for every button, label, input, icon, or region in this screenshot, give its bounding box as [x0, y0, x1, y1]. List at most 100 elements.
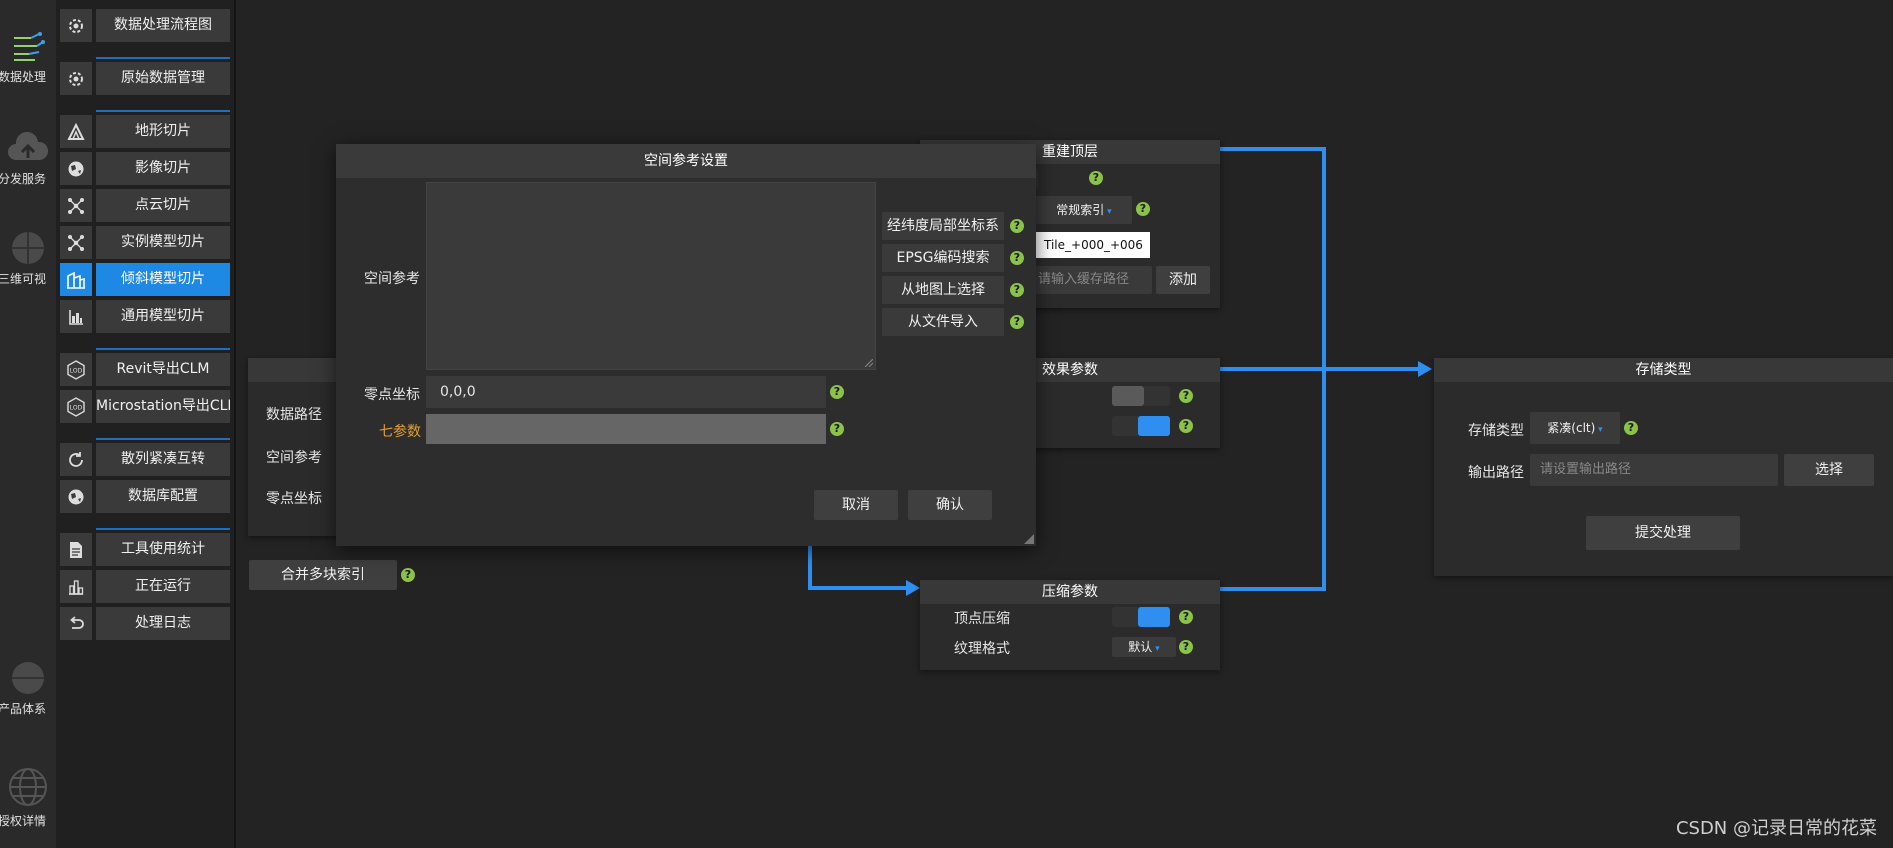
cache-path-input[interactable]: 请输入缓存路径: [1028, 266, 1152, 294]
effect-toggle-2[interactable]: [1112, 416, 1170, 436]
menu-divider: [96, 528, 230, 530]
tile-name-field[interactable]: Tile_+000_+006: [1034, 232, 1150, 258]
rail-item-products[interactable]: 产品体系: [0, 660, 56, 717]
menu-item-label: 散列紧凑互转: [96, 443, 230, 476]
rail-item-license[interactable]: 授权详情: [0, 766, 56, 829]
cancel-button[interactable]: 取消: [814, 490, 898, 520]
menu-item-generic-model[interactable]: 通用模型切片: [58, 300, 230, 333]
menu-item-revit-clm[interactable]: LOD Revit导出CLM: [58, 353, 230, 386]
output-path-input[interactable]: 请设置输出路径: [1530, 454, 1778, 486]
help-icon[interactable]: ?: [1624, 421, 1638, 435]
help-icon[interactable]: ?: [1010, 251, 1024, 265]
seven-params-input[interactable]: [426, 414, 826, 444]
menu-item-label: 工具使用统计: [96, 533, 230, 566]
menu-item-usage-stats[interactable]: 工具使用统计: [58, 533, 230, 566]
nodes-icon: [60, 189, 92, 222]
menu-item-terrain[interactable]: 地形切片: [58, 115, 230, 148]
rail-item-distribution[interactable]: 分发服务: [0, 132, 56, 187]
rail-label: 数据处理: [0, 70, 46, 84]
panel-header: [248, 358, 348, 382]
local-coord-button[interactable]: 经纬度局部坐标系: [882, 212, 1004, 240]
menu-item-database[interactable]: 数据库配置: [58, 480, 230, 513]
confirm-button[interactable]: 确认: [908, 490, 992, 520]
panel-header: 存储类型: [1434, 358, 1893, 382]
earth-icon: [60, 480, 92, 513]
help-icon[interactable]: ?: [1179, 419, 1193, 433]
dialog-resize-icon[interactable]: [1024, 534, 1034, 544]
data-path-label: 数据路径: [266, 407, 322, 423]
spatial-ref-label: 空间参考: [364, 271, 420, 287]
menu-item-label: 处理日志: [96, 607, 230, 640]
globe-grid-icon: [9, 768, 47, 806]
gear-icon: [60, 9, 92, 42]
vertex-compress-label: 顶点压缩: [954, 611, 1010, 627]
effect-toggle-1[interactable]: [1112, 386, 1170, 406]
spatial-reference-dialog: 空间参考设置 空间参考 经纬度局部坐标系 ? EPSG编码搜索 ? 从地图上选择…: [336, 144, 1036, 546]
spatial-ref-textarea[interactable]: [426, 182, 876, 370]
texture-format-select[interactable]: 默认 ▾: [1112, 637, 1176, 657]
tool-menu: 数据处理流程图 原始数据管理 地形切片 影像切片 点云切片 实例模型切片 倾斜模…: [56, 0, 236, 848]
menu-item-label: 正在运行: [96, 570, 230, 603]
rail-item-data-process[interactable]: 数据处理: [0, 30, 56, 85]
file-import-button[interactable]: 从文件导入: [882, 308, 1004, 336]
help-icon[interactable]: ?: [830, 385, 844, 399]
menu-item-label: 通用模型切片: [96, 300, 230, 333]
cloud-icon: [8, 132, 48, 160]
connector-wire: [808, 540, 812, 590]
help-icon[interactable]: ?: [1010, 219, 1024, 233]
menu-divider: [96, 438, 230, 440]
menu-item-label: 地形切片: [96, 115, 230, 148]
resize-grip-icon: [865, 359, 873, 367]
menu-item-label: 点云切片: [96, 189, 230, 222]
undo-icon: [60, 607, 92, 640]
building-icon: [60, 263, 92, 296]
watermark: CSDN @记录日常的花菜: [1675, 818, 1877, 839]
menu-item-oblique-model[interactable]: 倾斜模型切片: [58, 263, 230, 296]
menu-item-instance-model[interactable]: 实例模型切片: [58, 226, 230, 259]
menu-item-flowchart[interactable]: 数据处理流程图: [58, 9, 230, 42]
menu-item-imagery[interactable]: 影像切片: [58, 152, 230, 185]
help-icon[interactable]: ?: [1179, 640, 1193, 654]
help-icon[interactable]: ?: [1179, 610, 1193, 624]
menu-divider: [96, 57, 230, 59]
seven-params-label: 七参数: [379, 424, 421, 440]
choose-button[interactable]: 选择: [1784, 454, 1874, 486]
vertex-compress-toggle[interactable]: [1112, 607, 1170, 627]
help-icon[interactable]: ?: [1010, 283, 1024, 297]
menu-item-microstation-clm[interactable]: LOD Microstation导出CLM: [58, 390, 230, 423]
help-icon[interactable]: ?: [1136, 202, 1150, 216]
panel-header: 压缩参数: [920, 580, 1220, 604]
help-icon[interactable]: ?: [1179, 389, 1193, 403]
add-button[interactable]: 添加: [1156, 266, 1210, 294]
submit-button[interactable]: 提交处理: [1586, 516, 1740, 550]
menu-item-label: 影像切片: [96, 152, 230, 185]
texture-format-label: 纹理格式: [954, 641, 1010, 657]
help-icon[interactable]: ?: [401, 568, 415, 582]
help-icon[interactable]: ?: [830, 422, 844, 436]
help-icon[interactable]: ?: [1010, 315, 1024, 329]
rail-label: 三维可视: [0, 272, 46, 286]
rail-item-3d-visual[interactable]: 三维可视: [0, 230, 56, 287]
rail-label: 授权详情: [0, 814, 46, 828]
earth-icon: [60, 152, 92, 185]
data-process-icon: [14, 32, 45, 61]
menu-item-logs[interactable]: 处理日志: [58, 607, 230, 640]
origin-input[interactable]: 0,0,0: [426, 376, 826, 408]
epsg-search-button[interactable]: EPSG编码搜索: [882, 244, 1004, 272]
map-select-button[interactable]: 从地图上选择: [882, 276, 1004, 304]
menu-item-label: Microstation导出CLM: [96, 390, 230, 423]
arrow-head: [1418, 361, 1432, 377]
menu-item-hash-compact[interactable]: 散列紧凑互转: [58, 443, 230, 476]
menu-item-pointcloud[interactable]: 点云切片: [58, 189, 230, 222]
menu-item-raw-data[interactable]: 原始数据管理: [58, 62, 230, 95]
menu-item-label: 数据处理流程图: [96, 9, 230, 42]
help-icon[interactable]: ?: [1089, 171, 1103, 185]
connector-wire: [1220, 587, 1326, 591]
document-icon: [60, 533, 92, 566]
storage-type-select[interactable]: 紧凑(clt) ▾: [1530, 412, 1620, 444]
merge-index-button[interactable]: 合并多块索引: [249, 560, 397, 590]
index-type-select[interactable]: 常规索引 ▾: [1036, 196, 1132, 224]
mountain-icon: [60, 115, 92, 148]
menu-item-running[interactable]: 正在运行: [58, 570, 230, 603]
menu-divider: [96, 348, 230, 350]
